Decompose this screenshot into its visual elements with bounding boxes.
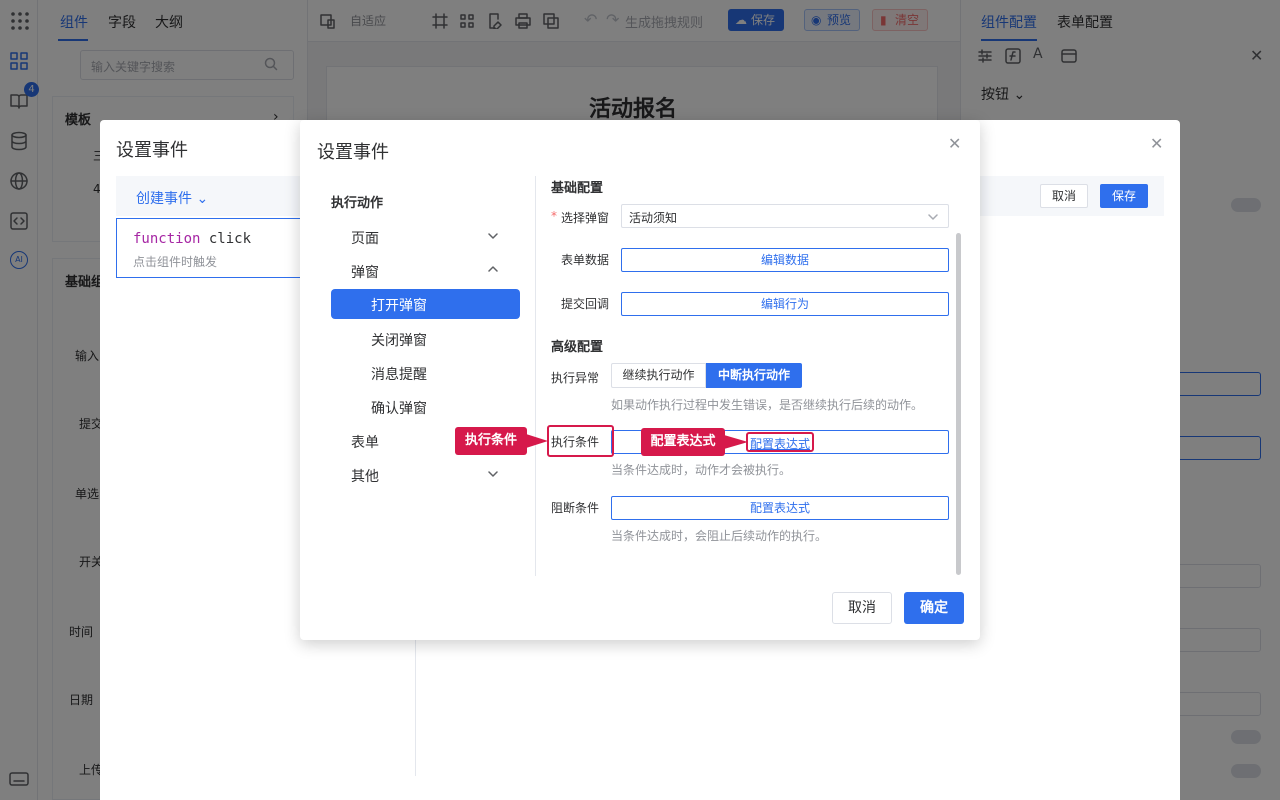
- advanced-config-title: 高级配置: [551, 340, 604, 355]
- cancel-button[interactable]: 取消: [832, 592, 892, 624]
- condition-hint: 当条件达成时，动作才会被执行。: [611, 463, 792, 477]
- chevron-down-icon[interactable]: [488, 232, 498, 240]
- back-modal-title: 设置事件: [116, 140, 188, 161]
- dialog-title: 设置事件: [317, 142, 389, 163]
- nav-page[interactable]: 页面: [351, 228, 379, 248]
- exception-label: 执行异常: [551, 371, 600, 385]
- nav-open-popup-label: 打开弹窗: [371, 298, 427, 314]
- create-event-label: 创建事件: [136, 191, 192, 207]
- set-event-dialog: 设置事件 ✕ 执行动作 页面 弹窗 打开弹窗 关闭弹窗 消息提醒 确认弹窗 表单…: [300, 120, 980, 640]
- callout-expression: 配置表达式: [641, 428, 725, 456]
- callout-arrow: [724, 435, 748, 449]
- scrollbar-thumb[interactable]: [956, 233, 961, 575]
- highlight-expression-button: [746, 432, 814, 452]
- required-mark: *: [551, 209, 557, 223]
- continue-option[interactable]: 继续执行动作: [611, 363, 706, 388]
- popup-select[interactable]: 活动须知: [621, 204, 949, 228]
- function-desc: 点击组件时触发: [133, 255, 218, 269]
- highlight-condition-label: [547, 425, 614, 457]
- dialog-close-icon[interactable]: ✕: [948, 134, 961, 153]
- edit-data-button[interactable]: 编辑数据: [621, 248, 949, 272]
- popup-select-value: 活动须知: [629, 211, 678, 225]
- nav-confirm-popup[interactable]: 确认弹窗: [371, 398, 427, 418]
- block-hint: 当条件达成时，会阻止后续动作的执行。: [611, 529, 828, 543]
- confirm-button[interactable]: 确定: [904, 592, 964, 624]
- back-close-icon[interactable]: ✕: [1150, 134, 1163, 153]
- actions-header: 执行动作: [331, 196, 384, 211]
- nav-other[interactable]: 其他: [351, 466, 379, 486]
- interrupt-option[interactable]: 中断执行动作: [706, 363, 802, 388]
- select-popup-label: 选择弹窗: [561, 211, 610, 225]
- back-cancel-button[interactable]: 取消: [1040, 184, 1088, 208]
- chevron-up-icon[interactable]: [488, 265, 498, 273]
- block-label: 阻断条件: [551, 501, 600, 515]
- submit-callback-label: 提交回调: [561, 297, 610, 311]
- form-data-label: 表单数据: [561, 253, 610, 267]
- nav-close-popup[interactable]: 关闭弹窗: [371, 330, 427, 350]
- callout-arrow: [526, 434, 548, 448]
- nav-open-popup[interactable]: 打开弹窗: [331, 289, 520, 319]
- function-name: click: [208, 231, 252, 247]
- back-save-button[interactable]: 保存: [1100, 184, 1148, 208]
- divider: [535, 176, 536, 576]
- nav-popup[interactable]: 弹窗: [351, 262, 379, 282]
- function-keyword: function: [133, 231, 201, 247]
- nav-form[interactable]: 表单: [351, 432, 379, 452]
- nav-message[interactable]: 消息提醒: [371, 364, 427, 384]
- chevron-down-icon: [928, 214, 938, 220]
- exception-hint: 如果动作执行过程中发生错误，是否继续执行后续的动作。: [611, 398, 924, 412]
- chevron-down-icon[interactable]: [488, 470, 498, 478]
- block-expression-button[interactable]: 配置表达式: [611, 496, 949, 520]
- callout-condition: 执行条件: [455, 427, 527, 455]
- edit-behavior-button[interactable]: 编辑行为: [621, 292, 949, 316]
- create-event-dropdown[interactable]: 创建事件 ⌄: [136, 188, 208, 208]
- basic-config-title: 基础配置: [551, 181, 604, 196]
